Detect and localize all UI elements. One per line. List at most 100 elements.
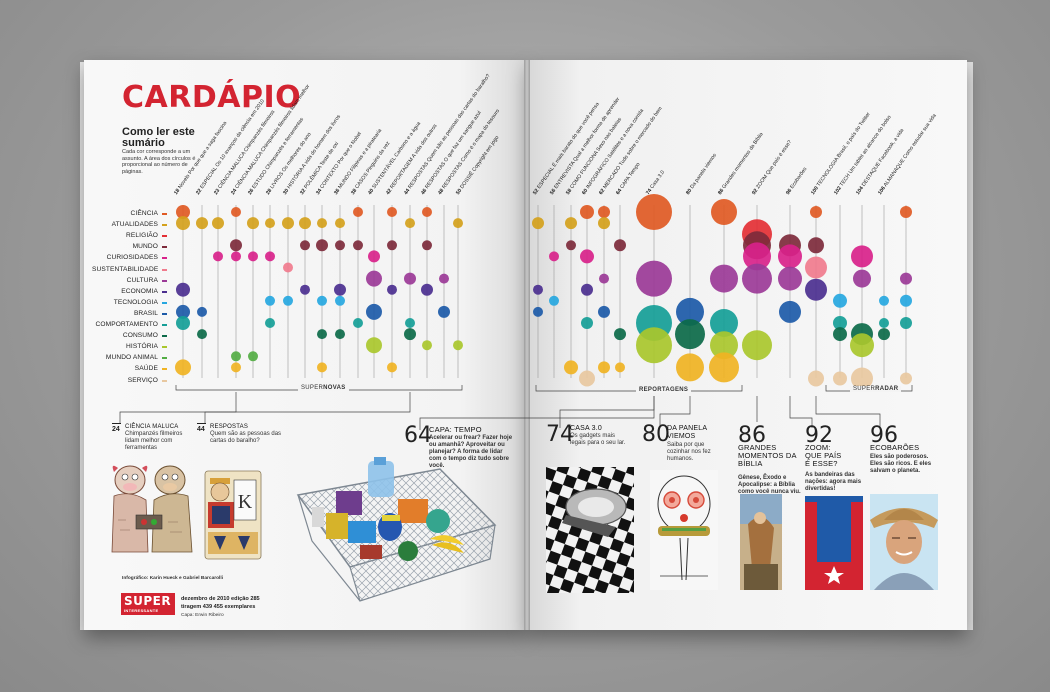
topic-bubble <box>533 306 543 317</box>
feature-number: 80 <box>642 422 670 447</box>
topic-bubble <box>439 273 449 284</box>
topic-bubble <box>368 250 380 263</box>
topic-bubble <box>850 333 874 358</box>
feature-title: CAPA: TEMPO <box>429 425 482 434</box>
topic-bubble <box>598 361 610 374</box>
feature-number: 44 <box>197 426 205 433</box>
feature-title: RESPOSTAS <box>210 424 249 430</box>
logo-bottom: INTERESSANTE <box>124 608 159 613</box>
topic-bubble <box>197 329 207 340</box>
king-card-illustration: K <box>204 470 262 560</box>
feature-text: Chimpanzés filmeiros lidam melhor com fe… <box>125 431 183 451</box>
topic-bubble <box>566 240 576 251</box>
topic-bubble <box>580 205 594 219</box>
topic-bubble <box>549 295 559 306</box>
topic-bubble <box>532 217 544 230</box>
basket-illustration <box>296 457 497 602</box>
feature-number-rule <box>197 423 206 424</box>
topic-bubble <box>581 283 593 296</box>
section-supernovas: SUPERNOVAS <box>298 385 349 391</box>
panela-thumbnail <box>650 470 718 590</box>
topic-bubble <box>231 251 241 262</box>
topic-bubble <box>335 329 345 340</box>
topic-bubble <box>176 216 190 231</box>
feature-text: Gênese, Êxodo e Apocalipse: a Bíblia com… <box>738 475 801 495</box>
topic-bubble <box>779 300 801 323</box>
topic-bubble <box>851 245 873 268</box>
topic-bubble <box>300 284 310 295</box>
leader-ciencia-maluca <box>119 392 237 424</box>
topic-bubble <box>422 207 432 217</box>
credit-line: Infográfico: Karin Hueck e Gabriel Barca… <box>122 576 224 581</box>
topic-bubble <box>422 340 432 351</box>
topic-bubble <box>636 327 672 364</box>
topic-bubble <box>900 317 912 329</box>
topic-bubble <box>335 218 345 229</box>
section-reportagens: REPORTAGENS <box>636 387 692 393</box>
topic-bubble <box>317 329 327 340</box>
topic-bubble <box>387 207 397 217</box>
topic-bubble <box>579 370 595 387</box>
feature-text: Quem são as pessoas das cartas do baralh… <box>210 431 282 444</box>
topic-bubble <box>742 263 772 294</box>
topic-bubble <box>599 273 609 284</box>
topic-bubble <box>709 352 739 383</box>
topic-bubble <box>805 256 827 279</box>
chimpanzees-illustration <box>111 465 193 553</box>
topic-bubble <box>833 371 847 386</box>
topic-bubble <box>248 351 258 362</box>
feature-title: CIÊNCIA MALUCA <box>125 424 179 430</box>
feature-title: ECOBARÕES <box>870 443 920 452</box>
topic-bubble <box>248 251 258 262</box>
topic-bubble <box>636 260 672 297</box>
bubble-guides <box>182 205 907 378</box>
topic-bubble <box>438 305 450 318</box>
topic-bubble <box>231 351 241 362</box>
cover-credit: Capa: Erwin Ribeiro <box>181 613 224 618</box>
feature-text: As bandeiras das nações: agora mais dive… <box>805 472 862 492</box>
topic-bubble <box>581 317 593 329</box>
topic-bubble <box>265 295 275 306</box>
feature-title: GRANDES MOMENTOS DA BÍBLIA <box>738 443 797 468</box>
topic-bubble <box>808 370 824 387</box>
super-logo: SUPER INTERESSANTE <box>121 593 175 615</box>
feature-text: Saiba por que cozinhar nos fez humanos. <box>667 442 711 462</box>
feature-text: Os gadgets mais legais para o seu lar. <box>570 433 626 446</box>
topic-bubble <box>387 240 397 251</box>
topic-bubble <box>231 207 241 217</box>
topic-bubble <box>283 262 293 273</box>
topic-bubble <box>778 266 802 291</box>
topic-bubble <box>810 206 822 218</box>
topic-bubble <box>334 283 346 296</box>
topic-bubble <box>833 293 847 308</box>
topic-bubble <box>453 340 463 351</box>
feature-number-rule <box>112 423 121 424</box>
topic-bubble <box>711 199 737 225</box>
topic-bubble <box>212 217 224 230</box>
issue-line-1: dezembro de 2010 edição 285 <box>181 596 260 602</box>
topic-bubble <box>175 359 191 376</box>
topic-bubble <box>900 294 912 307</box>
topic-bubble <box>335 240 345 251</box>
topic-bubble <box>316 239 328 252</box>
biblia-thumbnail <box>740 494 782 590</box>
topic-bubble <box>565 217 577 230</box>
topic-bubble <box>422 240 432 251</box>
topic-bubble <box>805 278 827 301</box>
topic-bubble <box>317 362 327 373</box>
topic-bubble <box>283 295 293 306</box>
topic-bubble <box>636 194 672 230</box>
feature-number: 64 <box>404 423 432 448</box>
topic-bubble <box>317 295 327 306</box>
topic-bubble <box>710 264 738 293</box>
topic-bubble <box>353 240 363 251</box>
topic-bubble <box>549 251 559 262</box>
topic-bubble <box>300 240 310 251</box>
topic-bubble <box>404 328 416 341</box>
bandeira-thumbnail <box>805 496 863 590</box>
topic-bubble <box>564 360 578 375</box>
topic-bubble <box>879 318 889 328</box>
topic-bubble <box>676 353 704 382</box>
topic-bubble <box>387 284 397 295</box>
topic-bubble <box>335 295 345 306</box>
